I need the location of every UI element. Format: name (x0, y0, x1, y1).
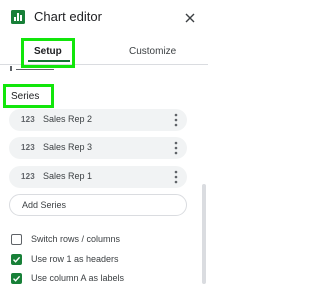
partially-hidden-row (10, 66, 70, 72)
number-type-badge: 123 (21, 115, 35, 124)
checkbox-unchecked[interactable] (11, 234, 22, 245)
option-label: Switch rows / columns (31, 234, 121, 244)
series-chip-sales-rep-2[interactable]: 123 Sales Rep 2 (9, 109, 187, 131)
option-switch-rows-columns[interactable]: Switch rows / columns (11, 234, 201, 248)
series-chip-sales-rep-3[interactable]: 123 Sales Rep 3 (9, 137, 187, 159)
number-type-badge: 123 (21, 143, 35, 152)
number-type-badge: 123 (21, 172, 35, 181)
option-use-row-1-headers[interactable]: Use row 1 as headers (11, 254, 201, 268)
option-label: Use column A as labels (31, 273, 125, 283)
option-label: Use row 1 as headers (31, 254, 119, 264)
series-chip-sales-rep-1[interactable]: 123 Sales Rep 1 (9, 166, 187, 188)
series-heading-highlight (3, 84, 54, 108)
add-series-label: Add Series (22, 200, 67, 210)
setup-tab-highlight (21, 38, 75, 68)
add-series-button[interactable]: Add Series (9, 194, 187, 216)
chart-editor-header: Chart editor (0, 0, 208, 38)
more-options-icon[interactable] (174, 170, 178, 184)
more-options-icon[interactable] (174, 141, 178, 155)
check-icon (13, 275, 21, 282)
series-label: Sales Rep 2 (43, 114, 93, 124)
editor-title: Chart editor (34, 9, 102, 24)
close-icon[interactable] (184, 12, 196, 24)
scrollbar[interactable] (202, 184, 206, 284)
option-use-column-a-labels[interactable]: Use column A as labels (11, 273, 201, 287)
check-icon (13, 256, 21, 263)
series-label: Sales Rep 1 (43, 171, 93, 181)
chart-icon (11, 10, 25, 24)
more-options-icon[interactable] (174, 113, 178, 127)
checkbox-checked[interactable] (11, 254, 22, 265)
series-label: Sales Rep 3 (43, 142, 93, 152)
checkbox-checked[interactable] (11, 273, 22, 284)
tab-customize[interactable]: Customize (129, 46, 176, 57)
